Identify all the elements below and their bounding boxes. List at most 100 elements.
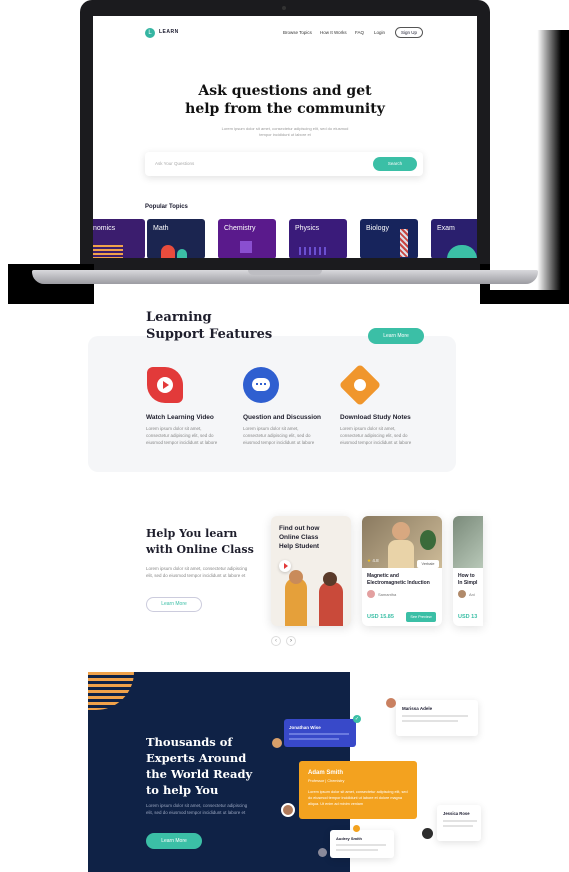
- experts-title-line4: to help You: [146, 783, 219, 797]
- expert-card-jonathan[interactable]: Jonathan Wise: [284, 719, 356, 747]
- experts-title: Thousands of Experts Around the World Re…: [146, 734, 252, 798]
- course-price: USD 15.85: [367, 614, 394, 620]
- features-title-line1: Learning: [146, 310, 212, 325]
- avatar: [422, 828, 433, 839]
- expert-name: Jessica Rose: [443, 811, 470, 816]
- topic-card-economics[interactable]: nomics: [93, 219, 145, 258]
- avatar: [318, 848, 327, 857]
- feature-text: Lorem ipsum dolor sit amet, consectetur …: [340, 426, 412, 445]
- chevron-right-icon[interactable]: ›: [286, 636, 296, 646]
- logo-icon: L: [145, 28, 155, 38]
- course-title-line2: In Simpl: [458, 580, 478, 586]
- promo-title: Find out how Online Class Help Student: [279, 524, 319, 551]
- topic-card-chemistry[interactable]: Chemistry: [218, 219, 276, 258]
- course-badge: Verbale: [417, 560, 439, 568]
- dots-decoration: [299, 247, 329, 255]
- experts-title-line1: Thousands of: [146, 735, 233, 749]
- expert-name: Adam Smith: [308, 770, 344, 776]
- text-placeholder: [336, 849, 378, 851]
- feature-title: Question and Discussion: [243, 414, 322, 421]
- rating-value: 4.8: [372, 558, 379, 563]
- nav-how-it-works[interactable]: How It Works: [320, 30, 347, 35]
- expert-text: Lorem ipsum dolor sit amet, consectetur …: [308, 790, 408, 806]
- topic-label: Physics: [295, 225, 320, 232]
- expert-name: Audrey Smith: [336, 836, 363, 841]
- play-icon: [147, 367, 183, 403]
- topic-card-physics[interactable]: Physics: [289, 219, 347, 258]
- person-illustration: [319, 582, 343, 626]
- expert-name: Jonathan Wise: [289, 725, 321, 730]
- text-placeholder: [289, 733, 349, 735]
- course-title: How to In Simpl: [458, 573, 477, 587]
- expert-card-adam[interactable]: Adam Smith Professor | Chemistry Lorem i…: [299, 761, 417, 819]
- promo-card[interactable]: Find out how Online Class Help Student: [271, 516, 351, 626]
- expert-name: Marissa Adele: [402, 706, 433, 711]
- course-title: Magnetic and Electromagnetic Induction: [367, 573, 430, 587]
- features-panel: [88, 336, 456, 472]
- topic-label: Chemistry: [224, 225, 256, 232]
- shape-decoration: [161, 245, 175, 258]
- expert-card-audrey[interactable]: Audrey Smith: [330, 830, 394, 858]
- hero-title-line1: Ask questions and get: [198, 83, 372, 99]
- text-placeholder: [443, 820, 477, 822]
- brand-name: LEARN: [159, 29, 179, 35]
- online-title-line2: with Online Class: [146, 543, 254, 556]
- online-learn-more-button[interactable]: Learn More: [146, 597, 202, 612]
- avatar: [367, 590, 375, 598]
- play-button[interactable]: [279, 560, 291, 572]
- online-title: Help You learn with Online Class: [146, 526, 254, 558]
- see-preview-button[interactable]: See Preview: [406, 612, 436, 622]
- features-learn-more-button[interactable]: Learn More: [368, 328, 424, 344]
- expert-role: Professor | Chemistry: [308, 779, 345, 783]
- star-icon: ★: [367, 558, 372, 563]
- course-author: Ani: [469, 592, 475, 597]
- course-title-line1: Magnetic and: [367, 573, 399, 579]
- experts-learn-more-button[interactable]: Learn More: [146, 833, 202, 849]
- course-card[interactable]: How to In Simpl Ani USD 13: [453, 516, 483, 626]
- person-illustration: [285, 578, 307, 626]
- experts-title-line2: Experts Around: [146, 751, 247, 765]
- shape-decoration: [447, 245, 477, 258]
- hero-subtitle: Lorem ipsum dolor sit amet, consectetur …: [221, 126, 349, 137]
- course-card[interactable]: ★ 4.8 Verbale Magnetic and Electromagnet…: [362, 516, 442, 626]
- course-title-line1: How to: [458, 573, 475, 579]
- search-button[interactable]: Search: [373, 157, 417, 171]
- nav-faq[interactable]: FAQ: [355, 30, 364, 35]
- promo-title-line3: Help Student: [279, 543, 320, 550]
- course-price: USD 13: [458, 614, 478, 620]
- promo-title-line2: Online Class: [279, 534, 319, 541]
- expert-card-marisa[interactable]: Marissa Adele: [396, 700, 478, 736]
- camera-icon: [282, 6, 286, 10]
- topic-label: Math: [153, 225, 169, 232]
- avatar: [281, 803, 295, 817]
- course-title-line2: Electromagnetic Induction: [367, 580, 430, 586]
- features-title: Learning Support Features: [146, 309, 272, 343]
- signup-button[interactable]: Sign Up: [395, 27, 423, 38]
- shape-decoration: [177, 249, 187, 258]
- chevron-left-icon[interactable]: ‹: [271, 636, 281, 646]
- chat-icon: [243, 367, 279, 403]
- avatar: [458, 590, 466, 598]
- text-placeholder: [443, 825, 473, 827]
- feature-text: Lorem ipsum dolor sit amet, consectetur …: [146, 426, 218, 445]
- promo-title-line1: Find out how: [279, 525, 320, 532]
- instructor-image: [388, 540, 414, 568]
- online-title-line1: Help You learn: [146, 527, 238, 540]
- experts-title-line3: the World Ready: [146, 767, 253, 781]
- landing-page-mockup: L LEARN Browse Topics How It Works FAQ L…: [0, 0, 569, 872]
- feature-title: Download Study Notes: [340, 414, 411, 421]
- expert-card-jessica[interactable]: Jessica Rose: [437, 805, 481, 841]
- topic-card-exam[interactable]: Exam: [431, 219, 477, 258]
- hero-title-line2: help from the community: [185, 101, 385, 117]
- nav-login[interactable]: Login: [374, 30, 385, 35]
- nav-browse-topics[interactable]: Browse Topics: [283, 30, 312, 35]
- text-placeholder: [289, 738, 339, 740]
- topic-card-math[interactable]: Math: [147, 219, 205, 258]
- laptop-notch: [248, 270, 322, 275]
- rating: ★ 4.8: [367, 558, 379, 564]
- search-input[interactable]: Ask Your Questions: [155, 161, 194, 166]
- text-placeholder: [402, 720, 458, 722]
- plant-image: [420, 530, 436, 550]
- topic-card-biology[interactable]: Biology: [360, 219, 418, 258]
- person-head: [323, 572, 337, 586]
